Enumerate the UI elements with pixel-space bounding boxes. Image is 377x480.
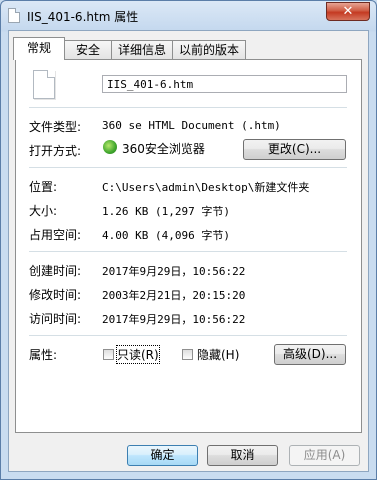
divider bbox=[29, 107, 347, 108]
divider bbox=[29, 167, 347, 168]
readonly-label[interactable]: 只读(R) bbox=[116, 345, 160, 364]
hidden-checkbox[interactable] bbox=[182, 349, 193, 360]
apply-button[interactable]: 应用(A) bbox=[289, 445, 360, 466]
readonly-checkbox[interactable] bbox=[103, 349, 114, 360]
document-icon bbox=[33, 70, 55, 99]
tab-details[interactable]: 详细信息 bbox=[111, 40, 173, 59]
file-type-label: 文件类型: bbox=[29, 120, 82, 134]
created-value: 2017年9月29日，10:56:22 bbox=[102, 265, 246, 278]
tab-general[interactable]: 常规 bbox=[13, 37, 65, 60]
created-label: 创建时间: bbox=[29, 264, 82, 278]
accessed-value: 2017年9月29日，10:56:22 bbox=[102, 313, 246, 326]
modified-label: 修改时间: bbox=[29, 288, 82, 302]
file-type-value: 360 se HTML Document (.htm) bbox=[102, 119, 281, 132]
divider bbox=[29, 251, 347, 252]
attributes-label: 属性: bbox=[29, 348, 58, 362]
hidden-label[interactable]: 隐藏(H) bbox=[197, 346, 239, 363]
disk-size-value: 4.00 KB (4,096 字节) bbox=[102, 229, 230, 242]
location-value: C:\Users\admin\Desktop\新建文件夹 bbox=[102, 181, 310, 194]
advanced-button[interactable]: 高级(D)... bbox=[274, 344, 346, 365]
browser-icon bbox=[103, 140, 117, 154]
window-title: IIS_401-6.htm 属性 bbox=[27, 10, 139, 24]
size-value: 1.26 KB (1,297 字节) bbox=[102, 205, 230, 218]
tab-previous-versions[interactable]: 以前的版本 bbox=[172, 40, 246, 59]
divider bbox=[29, 335, 347, 336]
tab-security[interactable]: 安全 bbox=[64, 40, 112, 59]
location-label: 位置: bbox=[29, 180, 58, 194]
file-icon bbox=[8, 8, 20, 23]
title-bar[interactable]: IIS_401-6.htm 属性 ✕ bbox=[1, 1, 376, 31]
disk-size-label: 占用空间: bbox=[29, 228, 82, 242]
size-label: 大小: bbox=[29, 204, 58, 218]
cancel-button[interactable]: 取消 bbox=[207, 445, 278, 466]
change-button[interactable]: 更改(C)... bbox=[243, 139, 346, 160]
close-button[interactable]: ✕ bbox=[326, 2, 370, 21]
accessed-label: 访问时间: bbox=[29, 312, 82, 326]
file-name-input[interactable] bbox=[102, 75, 347, 93]
opens-with-label: 打开方式: bbox=[29, 144, 82, 158]
ok-button[interactable]: 确定 bbox=[127, 445, 198, 466]
modified-value: 2003年2月21日，20:15:20 bbox=[102, 289, 246, 302]
close-icon: ✕ bbox=[342, 4, 354, 19]
general-tab-panel bbox=[15, 59, 362, 433]
opens-with-value: 360安全浏览器 bbox=[122, 142, 205, 156]
